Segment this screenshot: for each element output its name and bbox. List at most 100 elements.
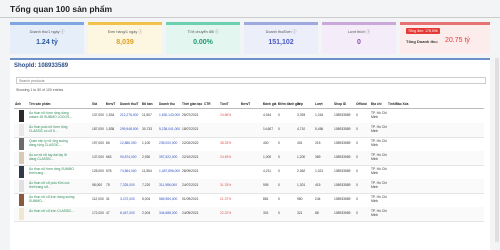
cell-rank: 960 [297,197,303,201]
cell-price: 112,000 [92,197,104,201]
column-header[interactable]: Tên sản phẩm [29,102,50,106]
cell-price: 98,000 [92,183,103,187]
cell-score: 0 [278,141,280,145]
cell-addr: TP. Hồ Chí Minh [371,139,387,147]
product-thumbnail[interactable] [19,152,24,164]
cell-rank: 2,362 [297,169,306,173]
column-header[interactable]: Đơn/T [106,102,115,106]
product-name-link[interactable]: Áo thun nữ cổ tròn CLASSIC... [29,209,75,213]
cell-pct: 31.33% [220,183,232,187]
product-thumbnail[interactable] [19,138,24,150]
table-header: Ảnh Tên sản phẩm Giá Đơn/T Doanh thu/T Đã bán… [14,101,484,109]
search-input[interactable]: Search products [16,77,486,84]
stat-value: 0.00% [193,39,213,46]
product-name-link[interactable]: Áo thun nữ form rộng SUMMO thời trang... [29,167,75,175]
cell-reviews: 905 [263,183,269,187]
column-header[interactable]: Địa chỉ [371,102,381,106]
product-thumbnail[interactable] [19,124,24,136]
cell-offi: 0 [356,197,358,201]
cell-rank: 1,200 [297,155,306,159]
column-header[interactable]: Xếp [297,102,303,106]
table-row[interactable]: Áo thun nữ cổ tròn CLASSIC... 172,000 47 8,… [14,207,484,222]
cell-date: 22/10/2021 [182,155,199,159]
table-row[interactable]: Áo thun polo nữ form rộng CLASSIC có cổ … [14,123,484,138]
column-header[interactable]: Đã bán [142,102,153,106]
column-header[interactable]: Đơn/T [241,102,250,106]
cell-rank: 3,393 [297,113,306,117]
column-header[interactable]: Lượt [315,102,323,106]
cell-price: 187,000 [92,127,104,131]
table-row[interactable]: Áo thun nữ form rộng dáng unisex 26 SUMM… [14,109,484,124]
cell-offi: 0 [356,211,358,215]
product-thumbnail[interactable] [19,166,24,178]
product-name-link[interactable]: Áo thun nữ cổ tròn dáng suông SUMMO... [29,195,75,203]
cell-addr: TP. Hồ Chí Minh [371,195,387,203]
stat-card: Tỉ lệ chuyển đổi ⓘ 0.00% [166,22,240,54]
stat-card: Lượt thích ⓘ 0 [322,22,396,54]
cell-date: 18/07/2021 [182,127,199,131]
stat-label: Đơn hàng/1 ngày ⓘ [107,30,143,34]
table-row[interactable]: Áo thun nữ cổ polo Kim cúc thời trang nữ… [14,179,484,194]
cell-rev_t: 3,472,000 [120,197,135,201]
stat-card: Đơn hàng/1 ngày ⓘ 8,039 [88,22,162,54]
cell-shop: 108933589 [334,141,351,145]
stat-card: Doanh thu/1 ngày ⓘ 1.24 tỷ [10,22,84,54]
cell-reviews: 4,211 [263,169,272,173]
product-name-link[interactable]: Áo sơ mi nữ tay dài tay lỡ dáng CLASSIC.… [29,153,75,161]
cell-pct: 21.37% [220,197,232,201]
product-name-link[interactable]: Áo thun polo nữ form rộng CLASSIC có cổ … [29,125,75,133]
cell-offi: 0 [356,127,358,131]
cell-sold: 1,100 [142,141,151,145]
divider [0,17,500,18]
cell-shop: 108933589 [334,155,351,159]
product-name-link[interactable]: Quần xếp ly nữ ống suông dáng rộng CLASS… [29,139,75,147]
cell-pct: 24.45% [220,155,232,159]
cell-shop: 108933589 [334,197,351,201]
scrollbar[interactable] [495,58,499,242]
product-name-link[interactable]: Áo thun nữ form rộng dáng unisex 26 SUMM… [29,111,75,119]
cell-sold: 2,004 [142,211,151,215]
cell-likes: 389 [315,155,321,159]
cell-sold: 7,220 [142,183,151,187]
table-row[interactable]: Quần xếp ly nữ ống suông dáng rộng CLASS… [14,137,484,152]
stat-label: Lượt thích ⓘ [347,30,371,34]
cell-rev_t: 90,874,000 [120,155,137,159]
cell-price: 137,000 [92,113,104,117]
product-thumbnail[interactable] [19,208,24,220]
cell-sold: 5,004 [142,197,151,201]
shop-id: ShopId: 108933589 [14,63,69,69]
column-header[interactable]: Giá [92,102,97,106]
stat-label: Doanh thu/Đơn ⓘ [265,30,297,34]
cell-rank: 321 [297,211,303,215]
column-header[interactable]: Đánh giá [263,102,276,106]
column-header[interactable]: Doanh thu/T [120,102,139,106]
total-revenue-label: Tổng Doanh thu: [406,39,438,44]
cell-sold: 11,507 [142,113,152,117]
column-header[interactable]: Tồn/T [220,102,229,106]
column-header[interactable]: Doanh thu [159,102,175,106]
product-thumbnail[interactable] [19,110,24,122]
column-header[interactable]: CTR [204,102,211,106]
cell-addr: TP. Hồ Chí Minh [371,209,387,217]
stat-value: 8,039 [116,39,134,46]
table-row[interactable]: Áo thun nữ form rộng SUMMO thời trang...… [14,165,484,180]
stat-label: Tỉ lệ chuyển đổi ⓘ [187,30,219,34]
cell-ord: 578 [106,169,112,173]
column-header[interactable]: Ảnh [15,102,21,106]
stat-value: 1.24 tỷ [36,39,58,46]
cell-likes: 215 [315,141,321,145]
table-row[interactable]: Áo thun nữ cổ tròn dáng suông SUMMO... 11… [14,193,484,208]
product-thumbnail[interactable] [19,194,24,206]
product-thumbnail[interactable] [19,180,24,192]
cell-likes: 88 [315,211,319,215]
table-row[interactable]: Áo sơ mi nữ tay dài tay lỡ dáng CLASSIC.… [14,151,484,166]
column-header[interactable]: Tình/Báo Xóa [388,102,408,106]
column-header[interactable]: Thời gian tạo [182,102,202,106]
cell-addr: TP. Hồ Chí Minh [371,167,387,175]
product-name-link[interactable]: Áo thun nữ cổ polo Kim cúc thời trang nữ… [29,181,75,189]
column-header[interactable]: Official [356,102,367,106]
column-header[interactable]: Shop ID [334,102,346,106]
cell-reviews: 1,000 [263,155,272,159]
cell-rev: 235,000,000 [159,141,178,145]
cell-pct: 24.66% [220,113,232,117]
